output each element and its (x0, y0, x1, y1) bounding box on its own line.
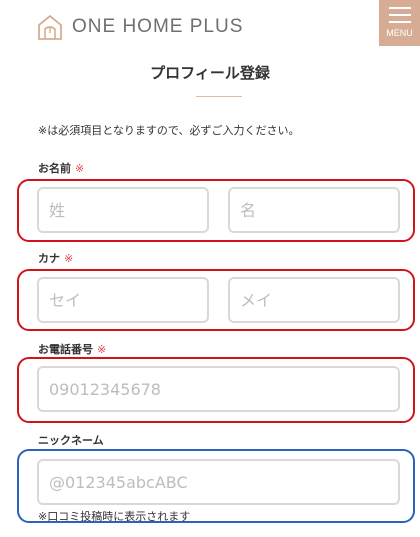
title-underline (196, 96, 242, 97)
last-name-input[interactable] (37, 187, 209, 233)
name-label: お名前 ※ (38, 160, 84, 176)
hamburger-icon-line (388, 21, 411, 23)
nickname-helper-text: ※口コミ投稿時に表示されます (38, 510, 191, 523)
menu-button[interactable]: MENU (379, 0, 420, 46)
required-mark: ※ (64, 252, 74, 265)
phone-label-text: お電話番号 (38, 343, 93, 356)
required-mark: ※ (97, 343, 107, 356)
logo-text: ONE HOME PLUS (72, 16, 244, 37)
logo[interactable]: ONE HOME PLUS (36, 12, 243, 42)
nickname-label: ニックネーム (38, 432, 104, 448)
nickname-input[interactable] (37, 459, 400, 505)
house-logo-icon (38, 14, 62, 40)
menu-label: MENU (386, 28, 413, 38)
hamburger-icon-line (388, 14, 411, 16)
page-title: プロフィール登録 (150, 64, 270, 82)
required-notice: ※は必須項目となりますので、必ずご入力ください。 (38, 124, 300, 137)
required-mark: ※ (75, 162, 85, 175)
phone-label: お電話番号 ※ (38, 341, 106, 357)
kana-label-text: カナ (38, 252, 60, 265)
nickname-label-text: ニックネーム (38, 434, 104, 447)
hamburger-icon-line (388, 7, 411, 9)
phone-input[interactable] (37, 366, 400, 412)
last-name-kana-input[interactable] (37, 277, 209, 323)
kana-label: カナ ※ (38, 250, 73, 266)
name-label-text: お名前 (38, 162, 71, 175)
first-name-kana-input[interactable] (228, 277, 400, 323)
first-name-input[interactable] (228, 187, 400, 233)
